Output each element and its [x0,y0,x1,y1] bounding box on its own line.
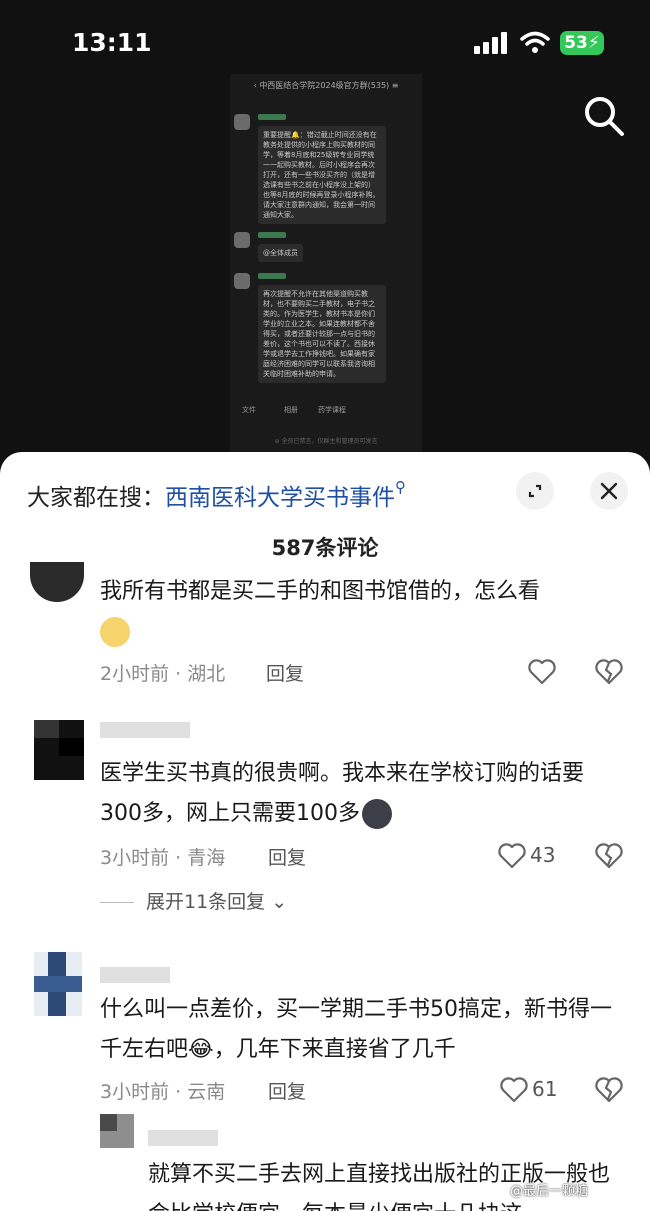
reply-button[interactable]: 回复 [266,659,304,686]
chat-bottom-bar: 文件 相册 药学课程 [230,402,422,418]
search-prefix: 大家都在搜： [27,485,165,511]
username-blurred [148,1130,218,1146]
like-icon[interactable] [499,1075,529,1103]
album-entry: 相册 [284,406,298,414]
dark-face-emoji-icon [361,799,392,829]
comment-body: 我所有书都是买二手的和图书馆借的，怎么看 [100,579,541,604]
comment-text: 医学生买书真的很贵啊。我本来在学校订购的话要300多，网上只需要100多 [100,754,620,834]
search-icon[interactable] [582,94,626,138]
chat-message: 再次提醒不允许在其他渠道购买教材，也不要购买二手教材，电子书之类的。作为医学生，… [258,285,386,383]
embedded-chat-screenshot: ‹ 中西医结合学院2024级官方群(535) ≡ 重要提醒🔔：错过截止时间还没有… [230,74,422,454]
search-small-icon: ⚲ [395,478,406,496]
dislike-icon[interactable] [595,657,623,685]
chat-title: ‹ 中西医结合学院2024级官方群(535) ≡ [253,81,399,90]
avatar[interactable] [30,562,84,602]
like-count: 61 [532,1077,558,1101]
expand-icon [528,484,542,498]
wifi-icon [520,31,550,53]
dislike-icon[interactable] [595,1075,623,1103]
chat-message: @全体成员 [258,244,303,262]
comment-meta: 2小时前 · 湖北 [100,663,226,685]
reply-button[interactable]: 回复 [268,843,306,870]
avatar [234,232,250,248]
battery-indicator: 53⚡ [560,31,604,55]
avatar [234,273,250,289]
comment-meta: 3小时前 · 青海 [100,847,226,869]
mute-hint: ⊘ 全员已禁言，仅群主和管理员可发言 [274,438,378,445]
trending-search[interactable]: 大家都在搜：西南医科大学买书事件⚲ [27,478,406,512]
battery-level: 53 [564,33,588,53]
comment-count: 587条评论 [271,536,379,560]
close-button[interactable] [590,472,628,510]
comment-meta: 3小时前 · 云南 [100,1081,226,1103]
username-blurred [100,967,170,983]
watermark: @最后一颗糖 [510,1184,589,1199]
fullscreen-button[interactable] [516,472,554,510]
expand-label: 展开11条回复 [146,891,266,913]
avatar [234,114,250,130]
expand-replies-button[interactable]: 展开11条回复 ⌄ [100,887,287,914]
avatar[interactable] [34,952,82,1016]
role-tag [258,232,286,238]
cellular-signal-icon [474,32,507,54]
divider-line [100,902,134,903]
close-icon [600,482,618,500]
file-entry: 文件 [242,406,256,414]
comment-text: 我所有书都是买二手的和图书馆借的，怎么看 [100,572,620,652]
laugh-cry-emoji-icon [100,617,130,647]
reply-button[interactable]: 回复 [268,1077,306,1104]
comment-text: 什么叫一点差价，买一学期二手书50搞定，新书得一千左右吧😂，几年下来直接省了几千 [100,997,612,1062]
chat-message: 重要提醒🔔：错过截止时间还没有在教务处提供的小程序上购买教材的同学，等着8月底和… [258,126,386,224]
chevron-down-icon: ⌄ [271,891,288,913]
search-keyword[interactable]: 西南医科大学买书事件 [165,485,395,511]
role-tag [258,273,286,279]
comments-sheet: 大家都在搜：西南医科大学买书事件⚲ 587条评论 我所有书都是买二手的和图书馆借… [0,452,650,1211]
dislike-icon[interactable] [595,841,623,869]
status-time: 13:11 [72,28,152,57]
like-icon[interactable] [527,657,557,685]
course-entry: 药学课程 [318,406,346,414]
avatar[interactable] [34,720,84,780]
username-blurred [100,722,190,738]
comment-body: 医学生买书真的很贵啊。我本来在学校订购的话要300多，网上只需要100多 [100,761,585,826]
like-count: 43 [530,843,556,867]
role-tag [258,114,286,120]
avatar[interactable] [100,1114,134,1148]
like-icon[interactable] [497,841,527,869]
